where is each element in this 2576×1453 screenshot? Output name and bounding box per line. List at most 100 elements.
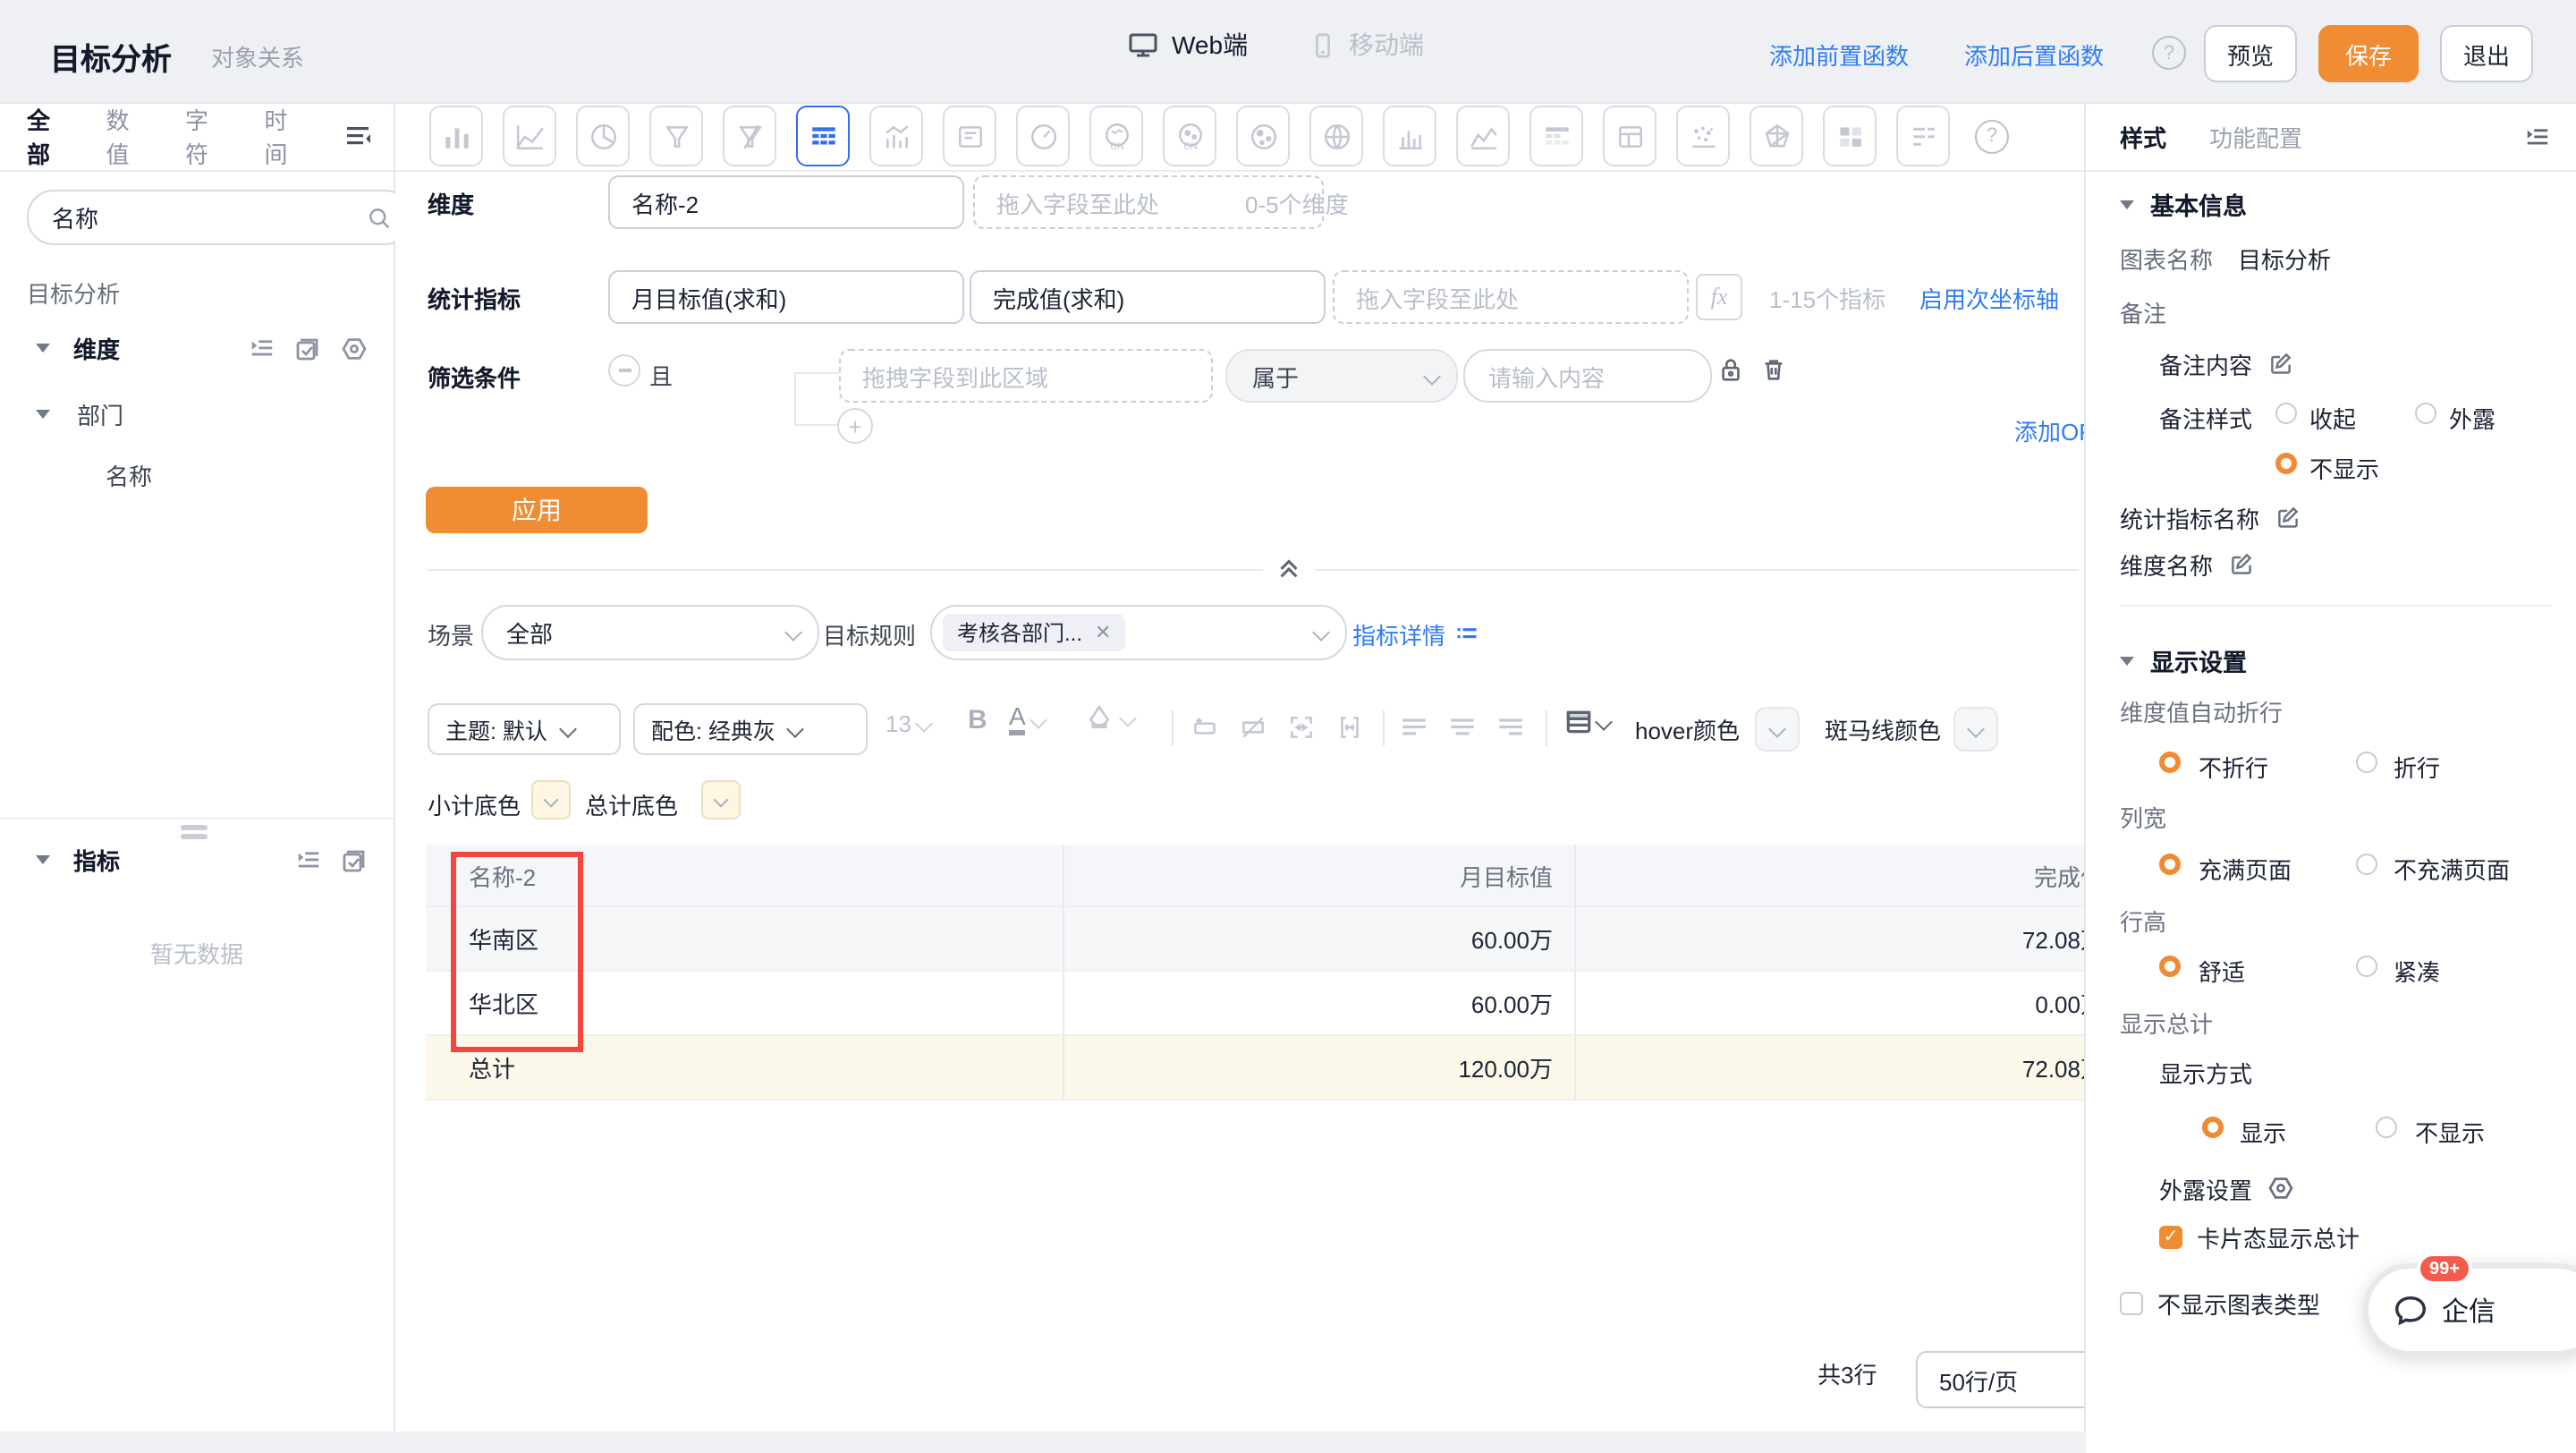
card-total-row[interactable]: ✓ 卡片态显示总计 — [2159, 1222, 2360, 1251]
palette-select[interactable]: 配色: 经典灰 — [633, 703, 868, 755]
collapse-panel-icon[interactable] — [1263, 555, 1315, 582]
radio-fill-page-selected[interactable] — [2159, 854, 2181, 875]
align-center-icon[interactable] — [1447, 712, 1478, 743]
detail-list-tool[interactable] — [1896, 106, 1950, 166]
collapse-panel-icon[interactable] — [2524, 123, 2551, 149]
radio-nowrap-selected[interactable] — [2159, 752, 2181, 773]
radio-label[interactable]: 紧凑 — [2394, 956, 2440, 984]
radio-compact[interactable] — [2356, 956, 2377, 977]
settings-hex-icon[interactable] — [340, 334, 369, 362]
collapse-arrow-icon[interactable] — [2120, 656, 2134, 665]
save-button[interactable]: 保存 — [2318, 25, 2419, 82]
sort-list-icon[interactable] — [343, 122, 372, 150]
tab-number[interactable]: 数值 — [106, 102, 148, 170]
add-pre-function-link[interactable]: 添加前置函数 — [1769, 38, 1909, 72]
basic-info-section[interactable]: 基本信息 — [2120, 190, 2247, 218]
checkbox-unchecked-icon[interactable] — [2120, 1291, 2143, 1314]
subtitle-relation[interactable]: 对象关系 — [211, 39, 304, 73]
radio-wrap[interactable] — [2356, 752, 2377, 773]
preview-button[interactable]: 预览 — [2204, 25, 2297, 82]
and-operator[interactable]: 且 — [649, 358, 673, 392]
tab-all[interactable]: 全部 — [27, 102, 69, 170]
bar-chart-tool[interactable] — [429, 106, 483, 166]
split-cells-icon[interactable] — [1335, 712, 1365, 743]
bar-axis-tool[interactable] — [1383, 106, 1436, 166]
pie-chart-tool[interactable] — [576, 106, 630, 166]
radio-label[interactable]: 舒适 — [2199, 956, 2245, 984]
radio-label[interactable]: 显示 — [2240, 1117, 2286, 1145]
tab-function-config[interactable]: 功能配置 — [2209, 119, 2302, 153]
radio-label[interactable]: 不显示 — [2415, 1117, 2485, 1145]
tab-time[interactable]: 时间 — [265, 102, 307, 170]
collapse-arrow-icon[interactable] — [36, 855, 50, 864]
freeze-table-button[interactable] — [1563, 707, 1610, 737]
globe-tool[interactable] — [1309, 106, 1363, 166]
exit-button[interactable]: 退出 — [2440, 25, 2533, 82]
edit-icon[interactable] — [2275, 505, 2301, 530]
measure-drop-zone[interactable]: 拖入字段至此处 — [1333, 270, 1689, 324]
radio-comfort-selected[interactable] — [2159, 956, 2181, 977]
target-rule-select[interactable]: 考核各部门... ✕ — [930, 605, 1347, 660]
table-row[interactable]: 华南区 60.00万 72.08万 — [426, 907, 2084, 972]
radio-no-show[interactable] — [2376, 1117, 2397, 1138]
add-or-link[interactable]: 添加OR条件 — [2014, 413, 2084, 447]
align-left-icon[interactable] — [1399, 712, 1429, 743]
insert-cell-icon[interactable] — [1190, 712, 1220, 743]
remove-tag-icon[interactable]: ✕ — [1095, 621, 1111, 644]
table-total-row[interactable]: 总计 120.00万 72.08万 — [426, 1036, 2084, 1100]
check-square-icon[interactable] — [340, 845, 369, 874]
help-icon[interactable]: ? — [2152, 36, 2186, 70]
search-input[interactable]: 名称 — [27, 190, 411, 245]
collapse-arrow-icon[interactable] — [2120, 200, 2134, 208]
radio-show-selected[interactable] — [2202, 1117, 2224, 1138]
scene-select[interactable]: 全部 — [481, 605, 819, 660]
radio-label[interactable]: 收起 — [2309, 403, 2356, 431]
filter-operator-select[interactable]: 属于 — [1225, 349, 1458, 403]
remove-condition-icon[interactable] — [608, 354, 640, 387]
drag-handle[interactable] — [181, 825, 208, 838]
secondary-axis-link[interactable]: 启用次坐标轴 — [1919, 281, 2059, 315]
hide-chart-type-row[interactable]: 不显示图表类型 — [2120, 1288, 2320, 1317]
scatter-tool[interactable] — [1676, 106, 1730, 166]
apply-button[interactable]: 应用 — [426, 487, 648, 533]
check-square-icon[interactable] — [293, 334, 322, 362]
fx-function-button[interactable]: fx — [1696, 274, 1742, 320]
trash-icon[interactable] — [1760, 356, 1787, 383]
mode-mobile[interactable]: 移动端 — [1309, 27, 1424, 63]
text-card-tool[interactable] — [943, 106, 996, 166]
combo-chart-tool[interactable] — [869, 106, 923, 166]
total-bg-picker[interactable] — [701, 780, 741, 820]
radio-no-fill-page[interactable] — [2356, 854, 2377, 875]
align-right-icon[interactable] — [1496, 712, 1526, 743]
line-chart-tool[interactable] — [503, 106, 556, 166]
radio-label[interactable]: 不折行 — [2199, 752, 2268, 780]
add-condition-icon[interactable]: + — [837, 408, 873, 444]
tab-string[interactable]: 字符 — [185, 102, 227, 170]
settings-hex-icon[interactable] — [2267, 1174, 2295, 1202]
funnel-chart-tool[interactable] — [649, 106, 703, 166]
card-group-tool[interactable] — [1823, 106, 1877, 166]
tab-style[interactable]: 样式 — [2120, 119, 2166, 153]
funnel-compare-tool[interactable] — [723, 106, 776, 166]
gauge-chart-tool[interactable] — [1016, 106, 1070, 166]
collapse-arrow-icon[interactable] — [36, 410, 50, 419]
layout-table-tool[interactable] — [1603, 106, 1657, 166]
radio-label[interactable]: 外露 — [2449, 403, 2496, 431]
table-chart-tool-selected[interactable] — [796, 106, 850, 166]
dimension-section[interactable]: 维度 — [36, 331, 369, 365]
radar-tool[interactable] — [1750, 106, 1803, 166]
chat-widget[interactable]: 企信 99+ — [2363, 1263, 2576, 1356]
radio-label[interactable]: 充满页面 — [2199, 854, 2292, 882]
filter-value-input[interactable]: 请输入内容 — [1463, 349, 1712, 403]
zebra-color-picker[interactable] — [1953, 707, 1998, 752]
toolbar-help-icon[interactable]: ? — [1975, 119, 2009, 153]
checkbox-checked-icon[interactable]: ✓ — [2159, 1225, 2182, 1248]
column-header[interactable]: 月目标值 — [1064, 845, 1576, 907]
radio-label[interactable]: 不充满页面 — [2394, 854, 2510, 882]
chart-name-value[interactable]: 目标分析 — [2238, 241, 2331, 275]
font-color-button[interactable]: A — [1009, 703, 1046, 735]
edit-icon[interactable] — [2229, 551, 2254, 576]
measure-field-pill-1[interactable]: 月目标值(求和) — [608, 270, 964, 324]
radio-note-hide-selected[interactable] — [2275, 453, 2297, 474]
bold-button[interactable]: B — [968, 705, 987, 735]
